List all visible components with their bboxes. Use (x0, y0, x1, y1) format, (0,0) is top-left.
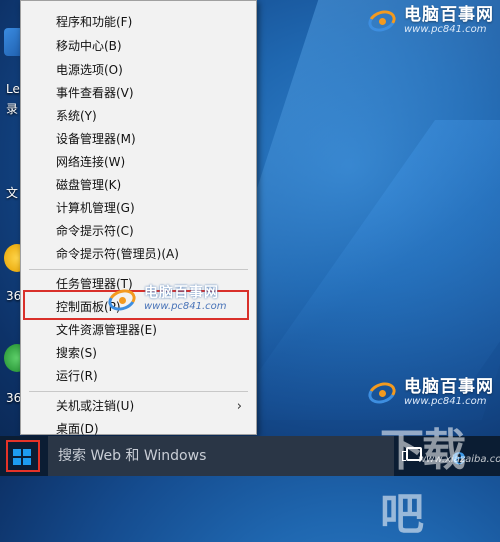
menu-item-label: 程序和功能(F) (56, 15, 133, 29)
menu-item-device-manager[interactable]: 设备管理器(M) (21, 128, 256, 151)
download-watermark: 下载吧 (380, 425, 466, 540)
menu-item-command-prompt[interactable]: 命令提示符(C) (21, 220, 256, 243)
menu-item-label: 命令提示符(C) (56, 224, 134, 238)
win-x-context-menu: 程序和功能(F) 移动中心(B) 电源选项(O) 事件查看器(V) 系统(Y) … (20, 0, 257, 436)
menu-item-disk-management[interactable]: 磁盘管理(K) (21, 174, 256, 197)
menu-item-file-explorer[interactable]: 文件资源管理器(E) (21, 319, 256, 342)
site-logo-icon (105, 285, 139, 314)
menu-item-label: 系统(Y) (56, 109, 97, 123)
site-logo-icon (365, 6, 399, 36)
watermark-url: www.pc841.com (404, 396, 487, 407)
menu-item-search[interactable]: 搜索(S) (21, 342, 256, 365)
search-placeholder: 搜索 Web 和 Windows (58, 448, 207, 464)
menu-item-programs-features[interactable]: 程序和功能(F) (21, 11, 256, 34)
menu-item-command-prompt-admin[interactable]: 命令提示符(管理员)(A) (21, 243, 256, 266)
chevron-right-icon: › (236, 399, 242, 414)
menu-item-network-connections[interactable]: 网络连接(W) (21, 151, 256, 174)
menu-item-label: 运行(R) (56, 369, 98, 383)
menu-item-label: 电源选项(O) (56, 63, 123, 77)
menu-item-run[interactable]: 运行(R) (21, 365, 256, 388)
taskbar-search-box[interactable]: 搜索 Web 和 Windows (48, 436, 394, 476)
menu-item-label: 计算机管理(G) (56, 201, 135, 215)
start-button[interactable] (0, 436, 48, 476)
menu-item-system[interactable]: 系统(Y) (21, 105, 256, 128)
menu-item-mobility-center[interactable]: 移动中心(B) (21, 35, 256, 58)
watermark-title: 电脑百事网 (144, 285, 219, 301)
menu-separator (29, 391, 248, 392)
menu-item-label: 关机或注销(U) (56, 399, 135, 413)
desktop-icon-label: 录 (6, 102, 19, 116)
site-watermark: 电脑百事网 www.pc841.com (105, 285, 227, 314)
menu-item-shutdown-signout[interactable]: 关机或注销(U) › (21, 395, 256, 418)
download-watermark-url: www.xiazaiba.com (418, 454, 500, 465)
menu-item-label: 文件资源管理器(E) (56, 323, 157, 337)
watermark-title: 电脑百事网 (404, 377, 494, 397)
menu-item-power-options[interactable]: 电源选项(O) (21, 59, 256, 82)
watermark-title: 电脑百事网 (404, 5, 494, 25)
site-watermark: 电脑百事网 www.pc841.com (365, 377, 494, 408)
watermark-url: www.pc841.com (404, 24, 487, 35)
menu-item-label: 事件查看器(V) (56, 86, 134, 100)
menu-separator (29, 269, 248, 270)
windows-logo-icon (13, 449, 31, 465)
menu-item-label: 设备管理器(M) (56, 132, 136, 146)
menu-item-event-viewer[interactable]: 事件查看器(V) (21, 82, 256, 105)
menu-item-label: 搜索(S) (56, 346, 97, 360)
site-logo-icon (365, 378, 399, 408)
menu-item-computer-management[interactable]: 计算机管理(G) (21, 197, 256, 220)
watermark-url: www.pc841.com (144, 301, 227, 312)
menu-item-label: 磁盘管理(K) (56, 178, 122, 192)
wallpaper-beam (224, 120, 500, 420)
menu-item-label: 命令提示符(管理员)(A) (56, 247, 179, 261)
desktop-icon-label: 文 (6, 186, 19, 200)
menu-item-label: 桌面(D) (56, 422, 99, 436)
site-watermark: 电脑百事网 www.pc841.com (365, 5, 494, 36)
menu-item-label: 移动中心(B) (56, 39, 122, 53)
menu-item-label: 网络连接(W) (56, 155, 126, 169)
